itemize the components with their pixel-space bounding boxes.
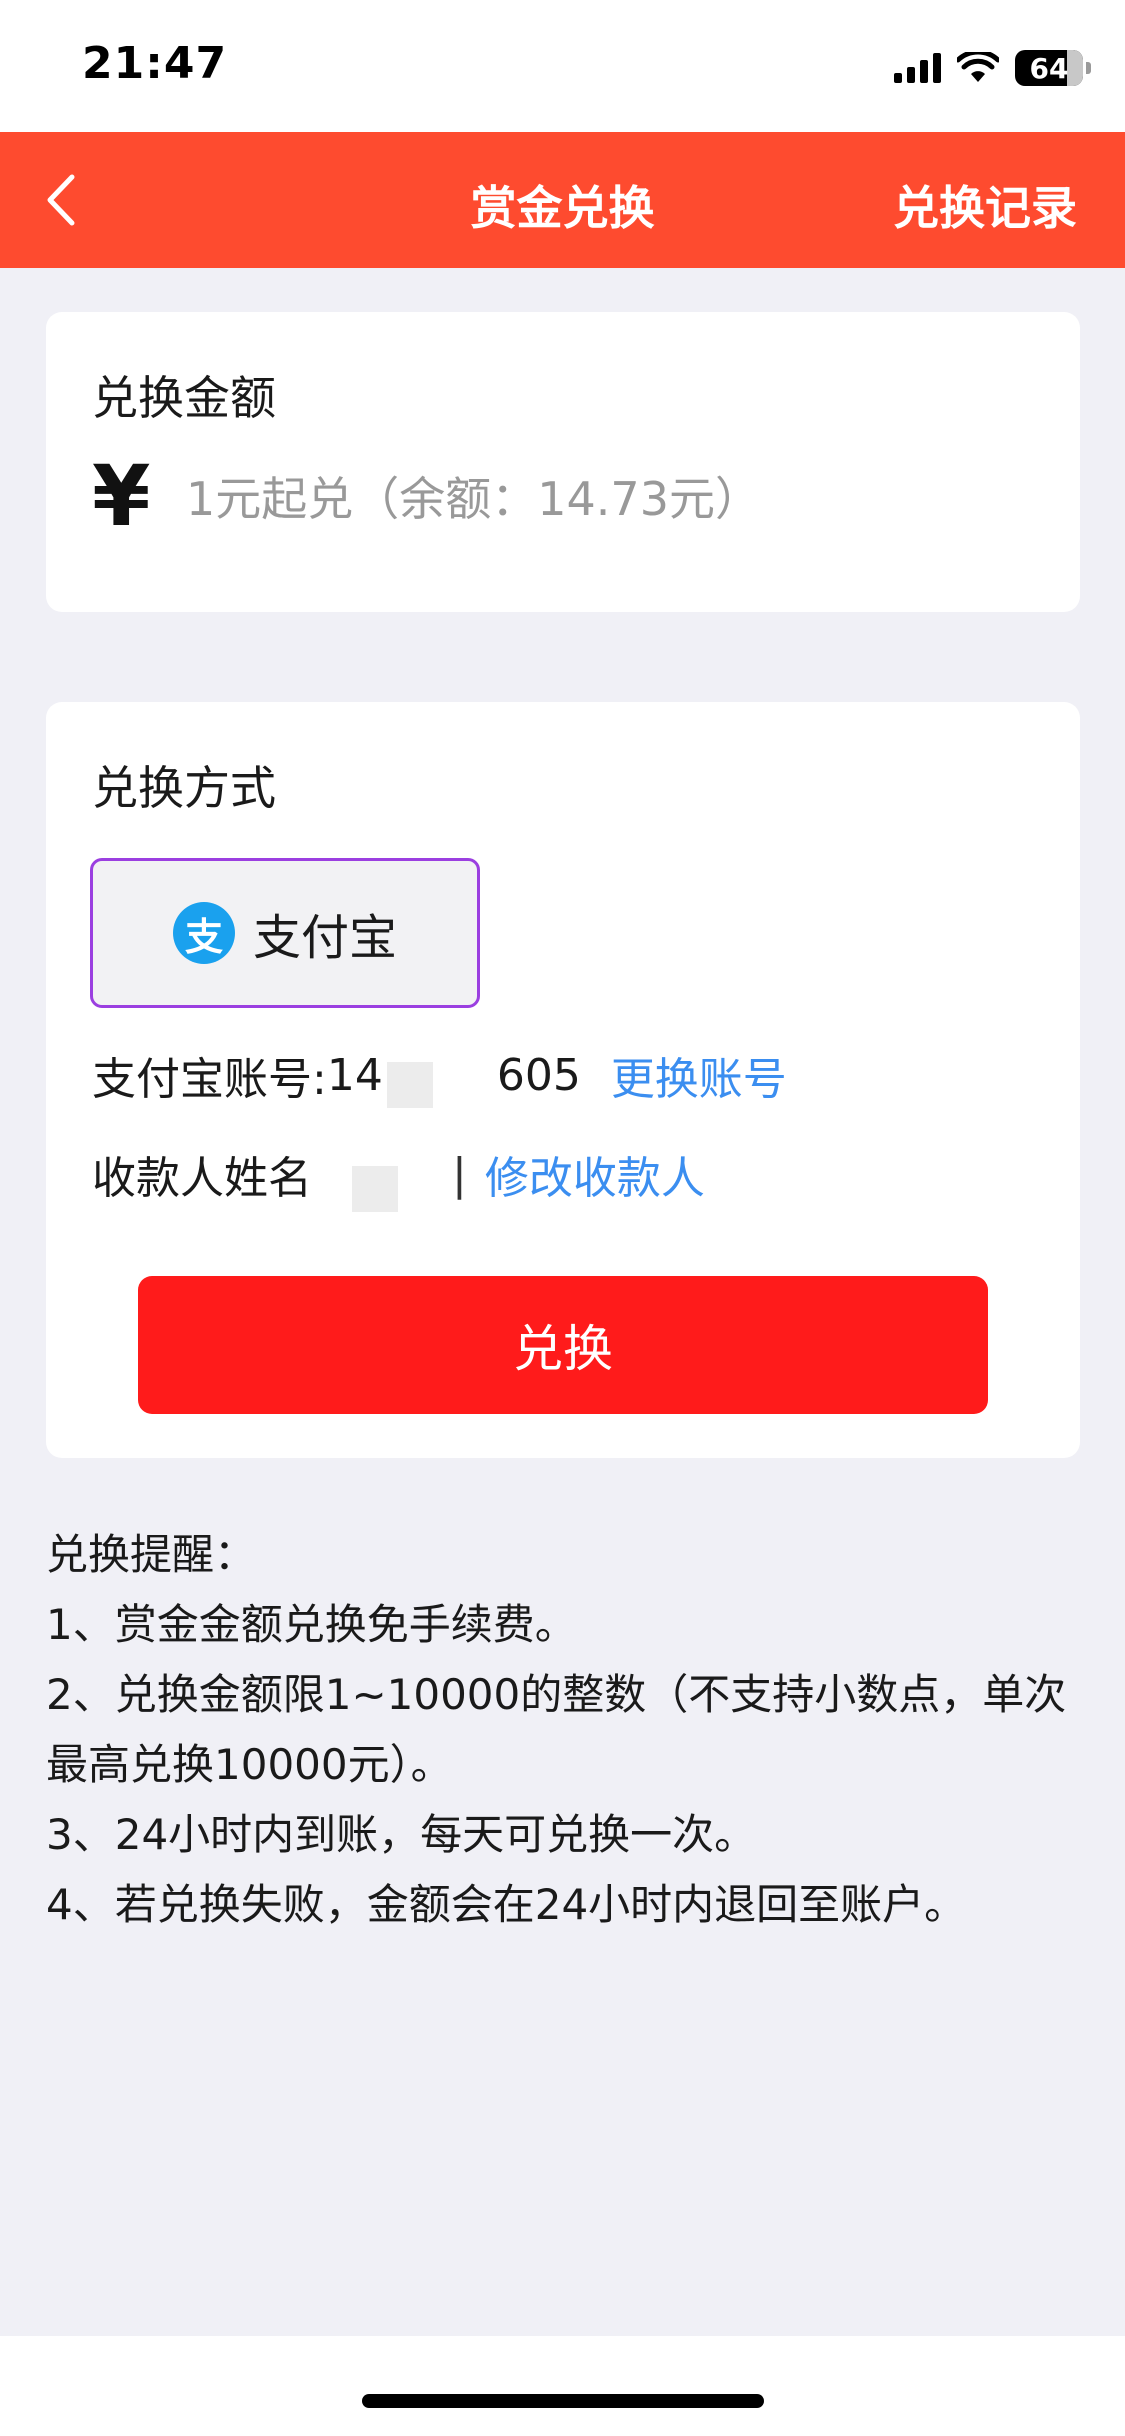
- amount-title: 兑换金额: [92, 371, 276, 425]
- status-icons: 64: [894, 46, 1091, 90]
- account-label: 支付宝账号:: [92, 1054, 327, 1105]
- change-account-link[interactable]: 更换账号: [611, 1043, 787, 1107]
- note-item: 2、兑换金额限1~10000的整数（不支持小数点，单次最高兑换10000元）。: [46, 1670, 1067, 1789]
- payee-label: 收款人姓名: [92, 1153, 312, 1204]
- method-title: 兑换方式: [92, 761, 276, 815]
- cellular-signal-icon: [894, 53, 941, 83]
- account-value-start: 14: [326, 1049, 383, 1101]
- alipay-icon: 支: [172, 902, 235, 964]
- exchange-history-link[interactable]: 兑换记录: [893, 172, 1077, 238]
- battery-icon: 64: [1015, 50, 1091, 86]
- yen-symbol: ¥: [92, 447, 151, 545]
- nav-bar: 赏金兑换 兑换记录: [0, 132, 1125, 268]
- note-item: 4、若兑换失败，金额会在24小时内退回至账户。: [46, 1880, 967, 1929]
- exchange-notes: 兑换提醒： 1、赏金金额兑换免手续费。 2、兑换金额限1~10000的整数（不支…: [46, 1520, 1086, 1940]
- alipay-option-label: 支付宝: [252, 910, 397, 966]
- notes-heading: 兑换提醒：: [46, 1530, 257, 1579]
- exchange-button[interactable]: 兑换: [138, 1276, 988, 1414]
- redaction-mask: [386, 1062, 433, 1108]
- note-item: 1、赏金金额兑换免手续费。: [46, 1600, 577, 1649]
- battery-level: 64: [1029, 51, 1069, 85]
- home-bar: [0, 2336, 1125, 2436]
- account-row: 支付宝账号: 14 605 更换账号: [92, 1042, 787, 1108]
- redaction-gap: [437, 1070, 497, 1080]
- method-card: 兑换方式 支 支付宝 支付宝账号: 14 605 更换账号 收款人姓名 | 修改…: [46, 702, 1080, 1458]
- amount-card: 兑换金额 ¥: [46, 312, 1080, 612]
- amount-input[interactable]: [186, 464, 1026, 534]
- separator: |: [452, 1148, 467, 1200]
- note-item: 3、24小时内到账，每天可兑换一次。: [46, 1810, 757, 1859]
- edit-payee-link[interactable]: 修改收款人: [485, 1142, 705, 1206]
- alipay-option[interactable]: 支 支付宝: [90, 858, 480, 1008]
- exchange-page: 21:47 64 赏金兑换 兑换记录 兑换金额 ¥ 1元起兑（余额：14.73元…: [0, 0, 1125, 2436]
- status-bar: 21:47 64: [0, 0, 1125, 132]
- status-time: 21:47: [82, 38, 228, 89]
- redaction-mask: [352, 1166, 398, 1212]
- home-indicator[interactable]: [362, 2394, 764, 2408]
- payee-row: 收款人姓名 | 修改收款人: [92, 1136, 705, 1212]
- account-value-end: 605: [496, 1049, 581, 1101]
- wifi-icon: [957, 52, 999, 82]
